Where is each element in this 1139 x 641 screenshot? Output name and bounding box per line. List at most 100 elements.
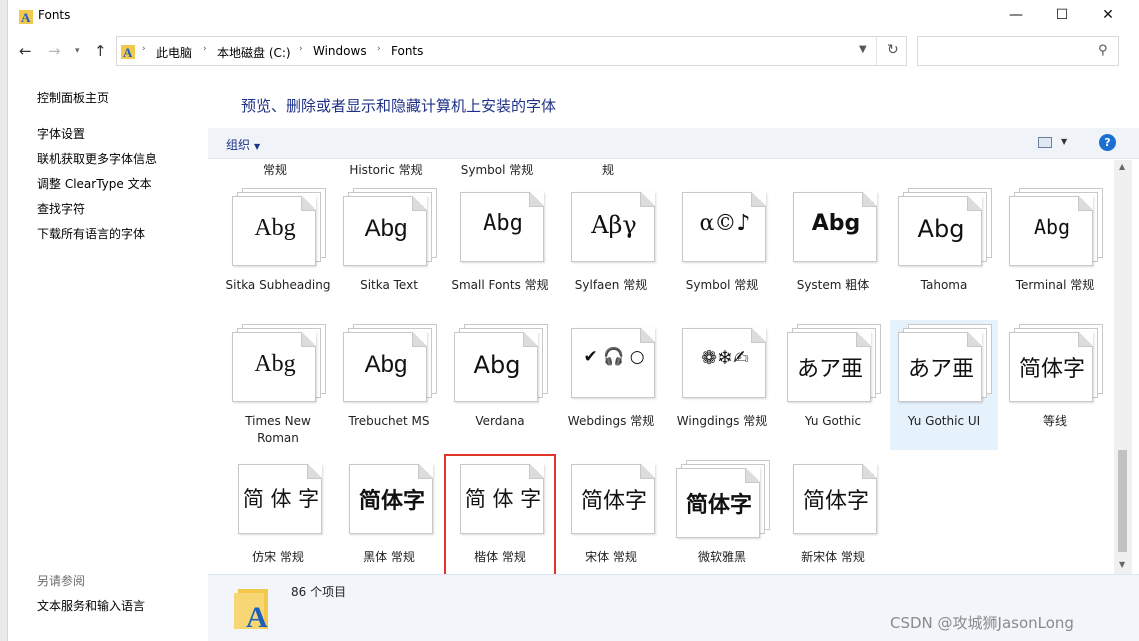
breadcrumb-chevron-icon[interactable]: › bbox=[203, 44, 207, 54]
font-file-icon: Abg bbox=[232, 188, 328, 268]
font-item[interactable]: あア亜 Yu Gothic UI bbox=[890, 320, 998, 450]
up-arrow-icon[interactable]: ↑ bbox=[94, 42, 107, 60]
font-item[interactable]: 简体字 等线 bbox=[1001, 320, 1109, 450]
font-item[interactable]: Abg Sitka Subheading bbox=[224, 184, 332, 314]
breadcrumb-chevron-icon[interactable]: › bbox=[142, 44, 146, 54]
partial-font-label[interactable]: Historic 常规 bbox=[331, 161, 441, 178]
font-item[interactable]: 简体字 微软雅黑 bbox=[668, 456, 776, 574]
fonts-window: A Fonts — ☐ ✕ ← → ▾ ↑ A › 此电脑 › 本地磁盘 (C:… bbox=[8, 0, 1139, 641]
font-item-label: System 粗体 bbox=[796, 278, 870, 292]
font-item[interactable]: Abg System 粗体 bbox=[779, 184, 887, 314]
sidebar-link-adjust-cleartype[interactable]: 调整 ClearType 文本 bbox=[37, 175, 152, 192]
address-dropdown-chevron-icon[interactable]: ▼ bbox=[859, 44, 867, 55]
sidebar-link-control-panel-home[interactable]: 控制面板主页 bbox=[37, 89, 109, 106]
recent-locations-chevron-icon[interactable]: ▾ bbox=[75, 46, 80, 56]
font-item-label: 黑体 常规 bbox=[363, 550, 415, 564]
font-item[interactable]: 简体字 黑体 常规 bbox=[335, 456, 443, 574]
close-button[interactable]: ✕ bbox=[1085, 0, 1131, 30]
vertical-scrollbar[interactable]: ▲ ▼ bbox=[1114, 160, 1132, 574]
font-item[interactable]: 简体字 宋体 常规 bbox=[557, 456, 665, 574]
sidebar-link-font-settings[interactable]: 字体设置 bbox=[37, 125, 85, 142]
sidebar-link-download-fonts-all-languages[interactable]: 下载所有语言的字体 bbox=[37, 225, 145, 242]
help-icon[interactable]: ? bbox=[1099, 134, 1116, 151]
font-sample-text: あア亜 bbox=[907, 357, 974, 382]
scroll-down-icon[interactable]: ▼ bbox=[1119, 560, 1125, 569]
font-file-icon: Abg bbox=[787, 188, 883, 268]
font-item[interactable]: Abg Sitka Text bbox=[335, 184, 443, 314]
page-title: 预览、删除或者显示和隐藏计算机上安装的字体 bbox=[241, 97, 557, 115]
minimize-button[interactable]: — bbox=[993, 0, 1039, 30]
font-item[interactable]: 简 体 字仿宋 常规 bbox=[224, 456, 332, 574]
font-item[interactable]: Abg Times New Roman bbox=[224, 320, 332, 450]
font-item[interactable]: Abg Tahoma bbox=[890, 184, 998, 314]
sidebar-link-find-character[interactable]: 查找字符 bbox=[37, 200, 85, 217]
font-item[interactable]: 简 体 字楷体 常规 bbox=[444, 454, 556, 574]
font-item[interactable]: Abg Terminal 常规 bbox=[1001, 184, 1109, 314]
font-item[interactable]: 简体字 新宋体 常规 bbox=[779, 456, 887, 574]
font-file-icon: Abg bbox=[343, 188, 439, 268]
navigation-bar: ← → ▾ ↑ A › 此电脑 › 本地磁盘 (C:) › Windows › … bbox=[8, 34, 1139, 68]
font-file-icon: 简体字 bbox=[1009, 324, 1105, 404]
forward-arrow-icon[interactable]: → bbox=[48, 42, 61, 60]
breadcrumb-chevron-icon[interactable]: › bbox=[299, 44, 303, 54]
font-item-label: Yu Gothic UI bbox=[907, 414, 981, 428]
font-file-icon: ✔ 🎧 ○ bbox=[565, 324, 661, 404]
font-file-icon: Abg bbox=[454, 188, 550, 268]
fonts-folder-icon: A bbox=[234, 589, 268, 629]
address-bar[interactable]: A › 此电脑 › 本地磁盘 (C:) › Windows › Fonts ▼ … bbox=[116, 36, 907, 66]
refresh-icon[interactable]: ↻ bbox=[887, 42, 899, 58]
change-view-icon[interactable] bbox=[1038, 137, 1052, 148]
scrollbar-thumb[interactable] bbox=[1118, 450, 1127, 552]
organize-button[interactable]: 组织 ▼ bbox=[226, 136, 260, 153]
font-item[interactable]: ✔ 🎧 ○ Webdings 常规 bbox=[557, 320, 665, 450]
font-item-label: 新宋体 常规 bbox=[801, 550, 865, 564]
font-item[interactable]: Abg Small Fonts 常规 bbox=[446, 184, 554, 314]
font-file-icon: Abg bbox=[898, 188, 994, 268]
search-icon[interactable]: ⚲ bbox=[1098, 43, 1108, 58]
command-bar: 组织 ▼ ▼ ? bbox=[208, 128, 1139, 159]
font-item-label: Terminal 常规 bbox=[1015, 278, 1095, 292]
svg-text:A: A bbox=[123, 45, 133, 59]
item-count: 86 个项目 bbox=[291, 585, 347, 599]
breadcrumb-fonts[interactable]: Fonts bbox=[391, 44, 423, 58]
font-item[interactable]: ❁❄✍ Wingdings 常规 bbox=[668, 320, 776, 450]
partial-font-label[interactable]: Symbol 常规 bbox=[442, 161, 552, 178]
breadcrumb-this-pc[interactable]: 此电脑 bbox=[156, 44, 192, 61]
organize-chevron-icon: ▼ bbox=[254, 142, 261, 151]
font-sample-text: Abg bbox=[473, 351, 521, 379]
font-item[interactable]: Abg Trebuchet MS bbox=[335, 320, 443, 450]
font-sample-text: Abg bbox=[364, 351, 408, 378]
font-file-icon: 简体字 bbox=[343, 460, 439, 540]
partial-font-label[interactable]: 常规 bbox=[220, 161, 330, 178]
breadcrumb-local-disk[interactable]: 本地磁盘 (C:) bbox=[217, 44, 291, 61]
view-options-chevron-icon[interactable]: ▼ bbox=[1061, 137, 1067, 146]
font-item-label: 仿宋 常规 bbox=[252, 550, 304, 564]
font-sample-text: Abg bbox=[254, 215, 296, 241]
font-sample-text: Abg bbox=[917, 215, 965, 243]
search-box[interactable]: ⚲ bbox=[917, 36, 1119, 66]
left-nav-pane: 控制面板主页 字体设置 联机获取更多字体信息 调整 ClearType 文本 查… bbox=[8, 80, 208, 641]
window-title: Fonts bbox=[38, 8, 71, 22]
maximize-button[interactable]: ☐ bbox=[1039, 0, 1085, 30]
font-item-label: Symbol 常规 bbox=[685, 278, 759, 292]
font-item[interactable]: Abg Verdana bbox=[446, 320, 554, 450]
font-item[interactable]: Αβγ Sylfaen 常规 bbox=[557, 184, 665, 314]
font-sample-text: Abg bbox=[483, 211, 523, 236]
sidebar-link-text-services[interactable]: 文本服务和输入语言 bbox=[37, 597, 145, 614]
font-item-label: Sitka Text bbox=[360, 278, 418, 292]
scroll-up-icon[interactable]: ▲ bbox=[1119, 162, 1125, 171]
back-arrow-icon[interactable]: ← bbox=[19, 42, 32, 60]
breadcrumb-chevron-icon[interactable]: › bbox=[377, 44, 381, 54]
sidebar-link-get-more-fonts-online[interactable]: 联机获取更多字体信息 bbox=[37, 150, 157, 167]
font-item[interactable]: α©♪ Symbol 常规 bbox=[668, 184, 776, 314]
search-input[interactable] bbox=[924, 42, 1094, 60]
font-sample-text: ✔ 🎧 ○ bbox=[583, 347, 645, 367]
font-sample-text: 简体字 bbox=[685, 493, 752, 518]
title-bar: A Fonts — ☐ ✕ bbox=[8, 0, 1139, 32]
font-item[interactable]: あア亜 Yu Gothic bbox=[779, 320, 887, 450]
font-sample-text: Abg bbox=[254, 351, 296, 377]
font-file-icon: Abg bbox=[232, 324, 328, 404]
breadcrumb-windows[interactable]: Windows bbox=[313, 44, 367, 58]
partial-font-label[interactable]: 规 bbox=[553, 161, 663, 178]
font-sample-text: 简体字 bbox=[580, 489, 647, 514]
